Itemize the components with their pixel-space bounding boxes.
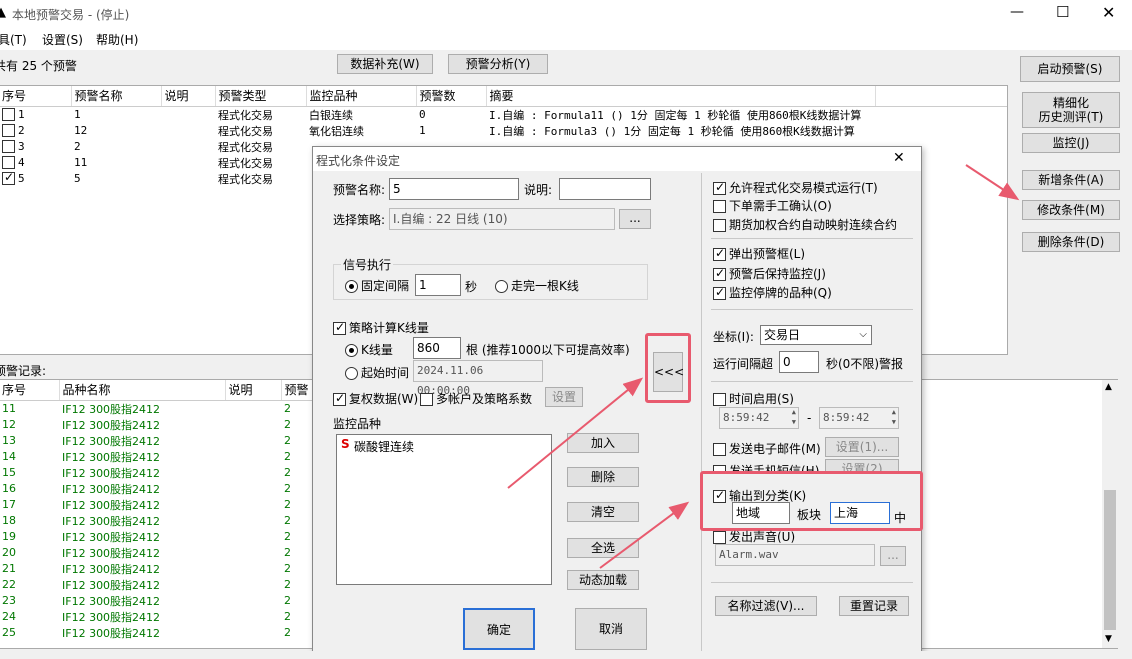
arrow-to-modify-button <box>965 164 1020 201</box>
arrow-to-collapse-button <box>507 377 644 489</box>
annotation-arrows <box>507 164 1020 569</box>
arrow-to-output-category <box>599 501 690 569</box>
status-strip <box>0 651 1132 659</box>
